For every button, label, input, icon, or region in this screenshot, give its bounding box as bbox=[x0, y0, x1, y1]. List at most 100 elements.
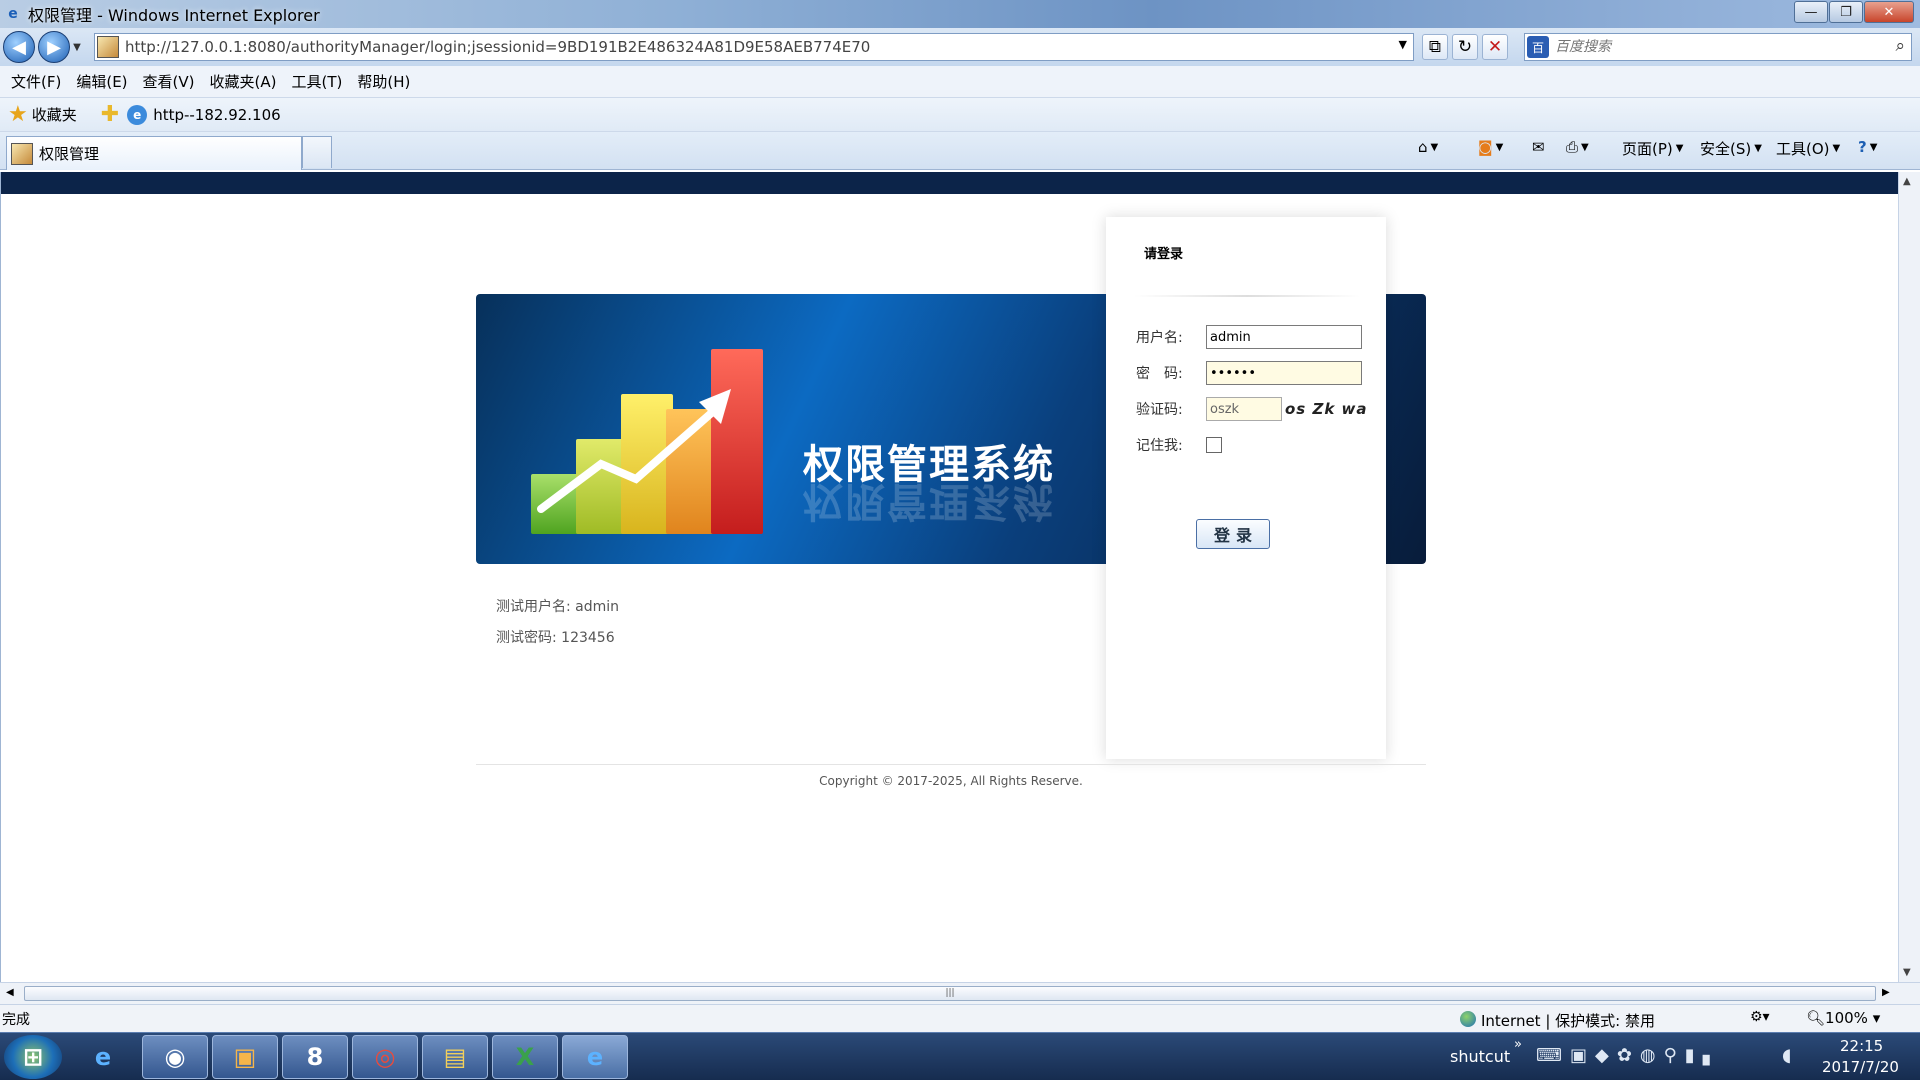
toolbar-expand-icon[interactable]: » bbox=[1514, 1037, 1522, 1052]
scroll-down-icon[interactable]: ▼ bbox=[1903, 967, 1911, 978]
window-titlebar: e 权限管理 - Windows Internet Explorer — ❐ ✕ bbox=[0, 0, 1920, 28]
tools-menu-button[interactable]: 工具(O) ▼ bbox=[1776, 138, 1840, 159]
forward-arrow-icon[interactable]: ▶ bbox=[38, 31, 70, 63]
login-panel: 请登录 用户名: 密 码: 验证码: os Zk wa 记住我: 登录 bbox=[1106, 217, 1386, 759]
tab-favicon-icon bbox=[11, 142, 33, 165]
banner-title-reflection: 权限管理系统 bbox=[803, 478, 1055, 524]
safety-menu-button[interactable]: 安全(S) ▼ bbox=[1700, 138, 1762, 159]
search-input[interactable] bbox=[1555, 39, 1875, 55]
header-strip bbox=[1, 172, 1899, 194]
address-dropdown-icon[interactable]: ▼ bbox=[1399, 38, 1407, 51]
page-menu-label: 页面(P) bbox=[1622, 140, 1673, 158]
menu-tools[interactable]: 工具(T) bbox=[291, 68, 342, 95]
refresh-icon[interactable]: ↻ bbox=[1452, 34, 1478, 60]
favorites-button[interactable]: 收藏夹 bbox=[32, 104, 77, 125]
clock-date[interactable]: 2017/7/20 bbox=[1822, 1058, 1899, 1076]
add-favorite-icon[interactable]: ✚ bbox=[101, 102, 119, 127]
window-title: 权限管理 - Windows Internet Explorer bbox=[28, 6, 320, 25]
close-button[interactable]: ✕ bbox=[1864, 1, 1914, 23]
internet-zone-icon bbox=[1460, 1011, 1476, 1027]
address-input[interactable] bbox=[125, 38, 1375, 56]
menu-bar: 文件(F) 编辑(E) 查看(V) 收藏夹(A) 工具(T) 帮助(H) bbox=[0, 66, 1920, 98]
print-icon[interactable]: ⎙ ▼ bbox=[1566, 138, 1589, 156]
zoom-value: 100% bbox=[1825, 1009, 1868, 1027]
login-divider bbox=[1134, 295, 1360, 297]
username-label: 用户名: bbox=[1136, 330, 1183, 346]
growth-chart-icon bbox=[531, 334, 781, 534]
minimize-button[interactable]: — bbox=[1794, 1, 1828, 23]
clock-time[interactable]: 22:15 bbox=[1840, 1037, 1883, 1055]
tab-bar: 权限管理 ⌂ ▼ ◙ ▼ ✉ ⎙ ▼ 页面(P) ▼ 安全(S) ▼ 工具(O) ▼ ? ▼ bbox=[0, 132, 1920, 170]
scroll-up-icon[interactable]: ▲ bbox=[1903, 176, 1911, 187]
password-input[interactable] bbox=[1206, 361, 1362, 385]
rss-feed-icon[interactable]: ◙ ▼ bbox=[1478, 138, 1503, 156]
menu-file[interactable]: 文件(F) bbox=[11, 68, 61, 95]
horizontal-scroll-thumb[interactable]: ||| bbox=[24, 986, 1876, 1001]
taskbar-app8-icon[interactable]: 8 bbox=[282, 1035, 348, 1079]
footer-divider bbox=[476, 764, 1426, 765]
taskbar-qq-icon[interactable]: ◉ bbox=[142, 1035, 208, 1079]
horizontal-scrollbar[interactable]: ◀ ||| ▶ bbox=[0, 982, 1920, 1004]
history-dropdown-icon[interactable]: ▼ bbox=[70, 42, 84, 53]
taskbar-package-icon[interactable]: ▣ bbox=[212, 1035, 278, 1079]
test-password-hint: 测试密码: 123456 bbox=[496, 630, 615, 646]
menu-edit[interactable]: 编辑(E) bbox=[76, 68, 127, 95]
address-bar[interactable]: ▼ bbox=[94, 33, 1414, 61]
status-bar: 完成 Internet | 保护模式: 禁用 ⚙▾ 🔍︎100% ▾ bbox=[0, 1004, 1920, 1032]
page-favicon-icon bbox=[97, 36, 119, 58]
menu-favorites[interactable]: 收藏夹(A) bbox=[210, 68, 277, 95]
login-heading: 请登录 bbox=[1144, 247, 1184, 262]
status-text: 完成 bbox=[2, 1011, 30, 1028]
remember-label: 记住我: bbox=[1136, 438, 1183, 454]
help-icon[interactable]: ? ▼ bbox=[1858, 138, 1877, 156]
captcha-image[interactable]: os Zk wa bbox=[1285, 400, 1368, 418]
taskbar-excel-icon[interactable]: X bbox=[492, 1035, 558, 1079]
menu-help[interactable]: 帮助(H) bbox=[357, 68, 410, 95]
system-tray-icons[interactable]: ⌨▣◆✿◍⚲▮▖ bbox=[1536, 1045, 1725, 1066]
menu-view[interactable]: 查看(V) bbox=[143, 68, 195, 95]
taskbar-chrome-icon[interactable]: ◎ bbox=[352, 1035, 418, 1079]
favorite-link[interactable]: http--182.92.106 bbox=[153, 106, 281, 124]
windows-taskbar: ⊞ e ◉ ▣ 8 ◎ ▤ X e shutcut » ⌨▣◆✿◍⚲▮▖ ◖ 2… bbox=[0, 1032, 1920, 1080]
compatibility-view-icon[interactable]: ⧉ bbox=[1422, 34, 1448, 60]
favorites-bar: ★ 收藏夹 ✚ e http--182.92.106 bbox=[0, 98, 1920, 132]
search-icon[interactable]: ⌕ bbox=[1895, 36, 1905, 56]
scroll-left-icon[interactable]: ◀ bbox=[6, 987, 14, 998]
login-button[interactable]: 登录 bbox=[1196, 519, 1270, 549]
baidu-logo-icon: 百 bbox=[1527, 36, 1549, 58]
search-box[interactable]: 百 ⌕ bbox=[1524, 33, 1912, 61]
new-tab-button[interactable] bbox=[302, 136, 332, 168]
scroll-right-icon[interactable]: ▶ bbox=[1882, 987, 1890, 998]
safety-menu-label: 安全(S) bbox=[1700, 140, 1752, 158]
security-zone-text[interactable]: Internet | 保护模式: 禁用 bbox=[1481, 1010, 1655, 1031]
captcha-label: 验证码: bbox=[1136, 402, 1183, 418]
page-content: 权限管理系统 权限管理系统 请登录 用户名: 密 码: 验证码: os Zk w… bbox=[0, 172, 1899, 982]
toolbar-label[interactable]: shutcut bbox=[1450, 1047, 1510, 1066]
password-label: 密 码: bbox=[1136, 366, 1183, 382]
tools-menu-label: 工具(O) bbox=[1776, 140, 1830, 158]
ie-link-icon: e bbox=[127, 104, 148, 125]
home-icon[interactable]: ⌂ ▼ bbox=[1418, 138, 1438, 156]
back-arrow-icon[interactable]: ◀ bbox=[3, 31, 35, 63]
captcha-input[interactable] bbox=[1206, 397, 1282, 421]
test-username-hint: 测试用户名: admin bbox=[496, 599, 620, 615]
protected-mode-icon[interactable]: ⚙▾ bbox=[1750, 1009, 1770, 1025]
tab-label: 权限管理 bbox=[39, 145, 100, 163]
vertical-scrollbar[interactable]: ▲ ▼ bbox=[1898, 172, 1920, 982]
start-button[interactable]: ⊞ bbox=[4, 1035, 62, 1079]
tab-authority[interactable]: 权限管理 bbox=[6, 136, 302, 170]
restore-button[interactable]: ❐ bbox=[1829, 1, 1863, 23]
page-menu-button[interactable]: 页面(P) ▼ bbox=[1622, 138, 1683, 159]
favorites-star-icon[interactable]: ★ bbox=[8, 102, 28, 127]
trend-arrow-icon bbox=[537, 389, 731, 513]
copyright-text: Copyright © 2017-2025, All Rights Reserv… bbox=[819, 774, 1083, 788]
mail-icon[interactable]: ✉ bbox=[1532, 138, 1545, 156]
taskbar-ie-active-icon[interactable]: e bbox=[562, 1035, 628, 1079]
username-input[interactable] bbox=[1206, 325, 1362, 349]
taskbar-folder-icon[interactable]: ▤ bbox=[422, 1035, 488, 1079]
stop-icon[interactable]: ✕ bbox=[1482, 34, 1508, 60]
volume-icon[interactable]: ◖ bbox=[1782, 1045, 1791, 1066]
zoom-level[interactable]: 🔍︎100% ▾ bbox=[1806, 1009, 1880, 1027]
remember-checkbox[interactable] bbox=[1206, 437, 1222, 453]
taskbar-ie-icon[interactable]: e bbox=[70, 1035, 136, 1079]
